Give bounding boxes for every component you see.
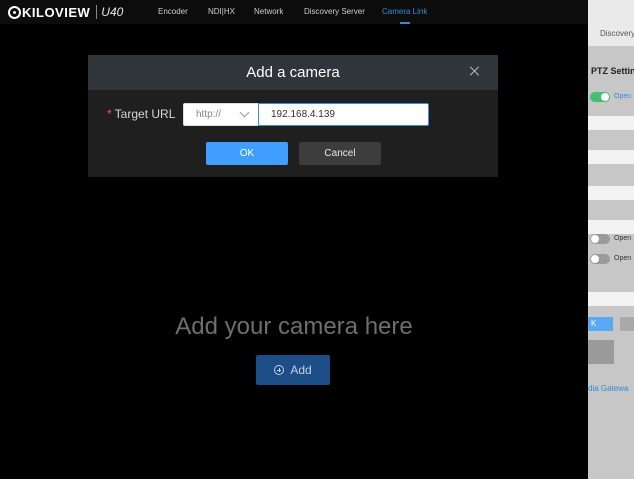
dialog-title: Add a camera <box>246 64 340 81</box>
protocol-select[interactable]: http:// <box>183 103 258 126</box>
ok-button[interactable]: OK <box>206 142 288 165</box>
add-circle-icon <box>274 365 285 375</box>
background-toggle[interactable] <box>590 234 610 244</box>
background-topbar: Discovery S <box>588 0 634 46</box>
target-url-label: * Target URL <box>107 107 175 121</box>
background-panel <box>588 340 614 364</box>
background-field[interactable] <box>588 220 634 234</box>
cancel-button[interactable]: Cancel <box>299 142 381 165</box>
background-toggle-label: Open <box>614 235 632 242</box>
ptz-settings-title: PTZ Settin <box>591 66 634 76</box>
nav-item-encoder[interactable]: Encoder <box>158 7 188 16</box>
empty-state-title: Add your camera here <box>175 313 413 340</box>
nav-item-camera-link[interactable]: Camera Link <box>382 7 427 16</box>
logo-brand: KILOVIEW <box>22 4 91 20</box>
background-window: Discovery S PTZ Settin Open Open Open K … <box>588 0 634 479</box>
background-nav-item: Discovery S <box>600 29 634 38</box>
required-mark: * <box>107 107 112 121</box>
dialog-header: Add a camera <box>88 55 498 90</box>
kiloview-logo: KILOVIEW U40 <box>8 4 123 20</box>
logo-mark-icon <box>8 5 21 19</box>
active-tab-indicator <box>400 22 410 24</box>
add-camera-dialog: Add a camera *Target URL http:// OK Canc… <box>88 55 498 177</box>
top-nav: KILOVIEW U40 Encoder NDI|HX Network Disc… <box>0 0 588 24</box>
media-gateway-link[interactable]: dia Gatewa <box>588 384 628 393</box>
protocol-value: http:// <box>196 109 222 120</box>
background-field[interactable] <box>588 116 634 130</box>
background-toggle-label: Open <box>614 255 632 262</box>
background-cancel-button[interactable] <box>620 317 634 331</box>
nav-item-network[interactable]: Network <box>254 7 283 16</box>
background-field[interactable] <box>588 150 634 164</box>
background-toggle[interactable] <box>590 254 610 264</box>
close-icon[interactable] <box>468 64 482 78</box>
nav-item-ndihx[interactable]: NDI|HX <box>208 7 235 16</box>
background-ok-button-label: K <box>591 319 597 328</box>
background-field[interactable] <box>588 292 634 306</box>
logo-model: U40 <box>96 5 123 19</box>
target-url-input[interactable] <box>258 103 429 126</box>
nav-item-discovery-server[interactable]: Discovery Server <box>304 7 365 16</box>
add-camera-button[interactable]: Add <box>256 355 330 385</box>
target-url-label-text: Target URL <box>114 107 176 121</box>
background-field[interactable] <box>588 186 634 200</box>
ptz-toggle-label: Open <box>614 93 632 100</box>
chevron-down-icon <box>239 109 249 119</box>
ptz-toggle[interactable] <box>590 92 610 102</box>
add-button-label: Add <box>290 363 312 377</box>
background-ok-button[interactable]: K <box>588 317 613 331</box>
